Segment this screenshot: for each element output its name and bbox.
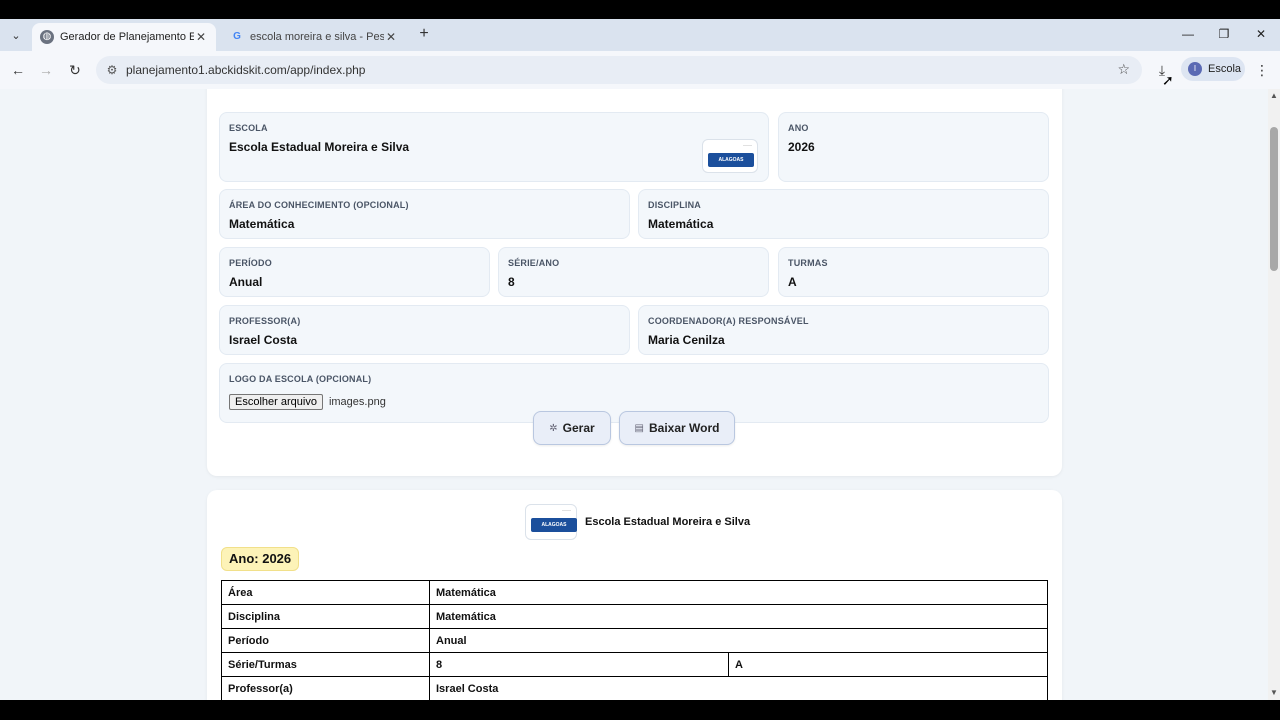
professor-label: PROFESSOR(A) [229, 316, 301, 326]
tab-title: escola moreira e silva - Pesquisa Google [250, 31, 384, 43]
scroll-up-icon[interactable]: ▲ [1268, 91, 1280, 101]
serie-field[interactable]: SÉRIE/ANO 8 [498, 247, 769, 297]
gerar-label: Gerar [562, 421, 595, 435]
tab-google-search[interactable]: G escola moreira e silva - Pesquisa Goog… [222, 23, 406, 51]
screen-top-bar [0, 0, 1280, 19]
tab-search-icon[interactable]: ⌄ [6, 27, 26, 45]
disciplina-label: DISCIPLINA [648, 200, 702, 210]
escola-label: ESCOLA [229, 123, 268, 133]
choose-file-button[interactable]: Escolher arquivo [229, 394, 323, 410]
area-label: ÁREA DO CONHECIMENTO (OPCIONAL) [229, 200, 409, 210]
row-value-2: A [728, 652, 1048, 677]
row-key: Área [221, 580, 430, 605]
tab-strip: ⌄ ◍ Gerador de Planejamento Escolar ✕ G … [0, 19, 1280, 51]
ano-field[interactable]: ANO 2026 [778, 112, 1049, 182]
gear-icon: ✲ [549, 422, 558, 434]
periodo-field[interactable]: PERÍODO Anual [219, 247, 490, 297]
escola-field[interactable]: ESCOLA Escola Estadual Moreira e Silva —… [219, 112, 769, 182]
turmas-label: TURMAS [788, 258, 828, 268]
table-row: Série/Turmas 8 A [221, 652, 1048, 677]
row-value: Matemática [429, 580, 1048, 605]
minimize-icon[interactable]: — [1178, 26, 1198, 42]
restore-icon[interactable]: ❐ [1214, 26, 1234, 42]
preview-card: ——— ALAGOAS Escola Estadual Moreira e Si… [207, 490, 1062, 700]
document-icon: ▤ [634, 422, 644, 434]
serie-value: 8 [508, 275, 515, 289]
table-row: Disciplina Matemática [221, 604, 1048, 629]
address-bar[interactable]: ⚙ planejamento1.abckidskit.com/app/index… [96, 56, 1142, 84]
profile-button[interactable]: I Escola [1181, 57, 1245, 81]
turmas-value: A [788, 275, 797, 289]
mouse-cursor-icon: ➚ [1162, 72, 1174, 88]
bookmark-star-icon[interactable]: ☆ [1117, 61, 1130, 78]
logo-text: ALAGOAS [531, 518, 577, 532]
area-field[interactable]: ÁREA DO CONHECIMENTO (OPCIONAL) Matemáti… [219, 189, 630, 239]
disciplina-field[interactable]: DISCIPLINA Matemática [638, 189, 1049, 239]
coordenador-field[interactable]: COORDENADOR(A) RESPONSÁVEL Maria Cenilza [638, 305, 1049, 355]
turmas-field[interactable]: TURMAS A [778, 247, 1049, 297]
table-row: Área Matemática [221, 580, 1048, 605]
scroll-down-icon[interactable]: ▼ [1268, 688, 1280, 698]
preview-header: ——— ALAGOAS Escola Estadual Moreira e Si… [525, 504, 750, 540]
serie-label: SÉRIE/ANO [508, 258, 560, 268]
google-icon: G [233, 31, 241, 42]
close-icon[interactable]: ✕ [384, 30, 398, 44]
browser-toolbar: ← → ↻ ⚙ planejamento1.abckidskit.com/app… [0, 51, 1280, 89]
row-key: Disciplina [221, 604, 430, 629]
year-badge: Ano: 2026 [221, 547, 300, 571]
close-window-icon[interactable]: ✕ [1251, 26, 1271, 42]
row-value: Anual [429, 628, 1048, 653]
professor-value: Israel Costa [229, 333, 298, 347]
row-value: 8 [429, 652, 729, 677]
tab-gerador[interactable]: ◍ Gerador de Planejamento Escolar ✕ [32, 23, 216, 51]
baixar-word-button[interactable]: ▤ Baixar Word [619, 411, 735, 445]
row-key: Professor(a) [221, 676, 430, 700]
file-input: Escolher arquivo images.png [229, 394, 386, 410]
coordenador-value: Maria Cenilza [648, 333, 725, 347]
ano-label: ANO [788, 123, 809, 133]
escola-value: Escola Estadual Moreira e Silva [229, 140, 410, 154]
row-key: Série/Turmas [221, 652, 430, 677]
baixar-label: Baixar Word [648, 421, 720, 435]
profile-name: Escola [1208, 63, 1242, 75]
scrollbar-thumb[interactable] [1270, 127, 1278, 271]
logo-caption-icon: ——— [743, 143, 752, 147]
logo-caption-icon: ——— [562, 508, 571, 512]
browser-chrome: ⌄ ◍ Gerador de Planejamento Escolar ✕ G … [0, 0, 1280, 89]
preview-school-name: Escola Estadual Moreira e Silva [585, 516, 751, 528]
school-logo-preview: ——— ALAGOAS [702, 139, 758, 173]
preview-logo: ——— ALAGOAS [525, 504, 577, 540]
globe-icon: ◍ [40, 30, 54, 44]
row-value: Matemática [429, 604, 1048, 629]
close-icon[interactable]: ✕ [194, 30, 208, 44]
page-scrollbar[interactable]: ▲ ▼ [1268, 89, 1280, 700]
gerar-button[interactable]: ✲ Gerar [533, 411, 611, 445]
row-value: Israel Costa [429, 676, 1048, 700]
coordenador-label: COORDENADOR(A) RESPONSÁVEL [648, 316, 809, 326]
area-value: Matemática [229, 217, 295, 231]
disciplina-value: Matemática [648, 217, 714, 231]
form-card: ESCOLA Escola Estadual Moreira e Silva —… [207, 89, 1062, 476]
logo-label: LOGO DA ESCOLA (OPCIONAL) [229, 374, 372, 384]
new-tab-icon[interactable]: + [414, 24, 434, 44]
ano-value: 2026 [788, 140, 815, 154]
url-text: planejamento1.abckidskit.com/app/index.p… [126, 63, 366, 77]
site-info-icon[interactable]: ⚙ [104, 62, 120, 78]
logo-text: ALAGOAS [708, 153, 754, 167]
back-icon[interactable]: ← [8, 60, 28, 80]
row-key: Período [221, 628, 430, 653]
reload-icon[interactable]: ↻ [65, 60, 85, 80]
forward-icon[interactable]: → [36, 60, 56, 80]
table-row: Professor(a) Israel Costa [221, 676, 1048, 700]
tab-title: Gerador de Planejamento Escolar [60, 31, 194, 43]
periodo-label: PERÍODO [229, 258, 272, 268]
browser-menu-icon[interactable]: ⋮ [1254, 60, 1270, 80]
periodo-value: Anual [229, 275, 263, 289]
professor-field[interactable]: PROFESSOR(A) Israel Costa [219, 305, 630, 355]
avatar: I [1188, 62, 1202, 76]
table-row: Período Anual [221, 628, 1048, 653]
plan-info-table: Área Matemática Disciplina Matemática Pe… [221, 580, 1048, 700]
page-viewport: ESCOLA Escola Estadual Moreira e Silva —… [0, 89, 1268, 700]
file-name: images.png [328, 396, 386, 408]
